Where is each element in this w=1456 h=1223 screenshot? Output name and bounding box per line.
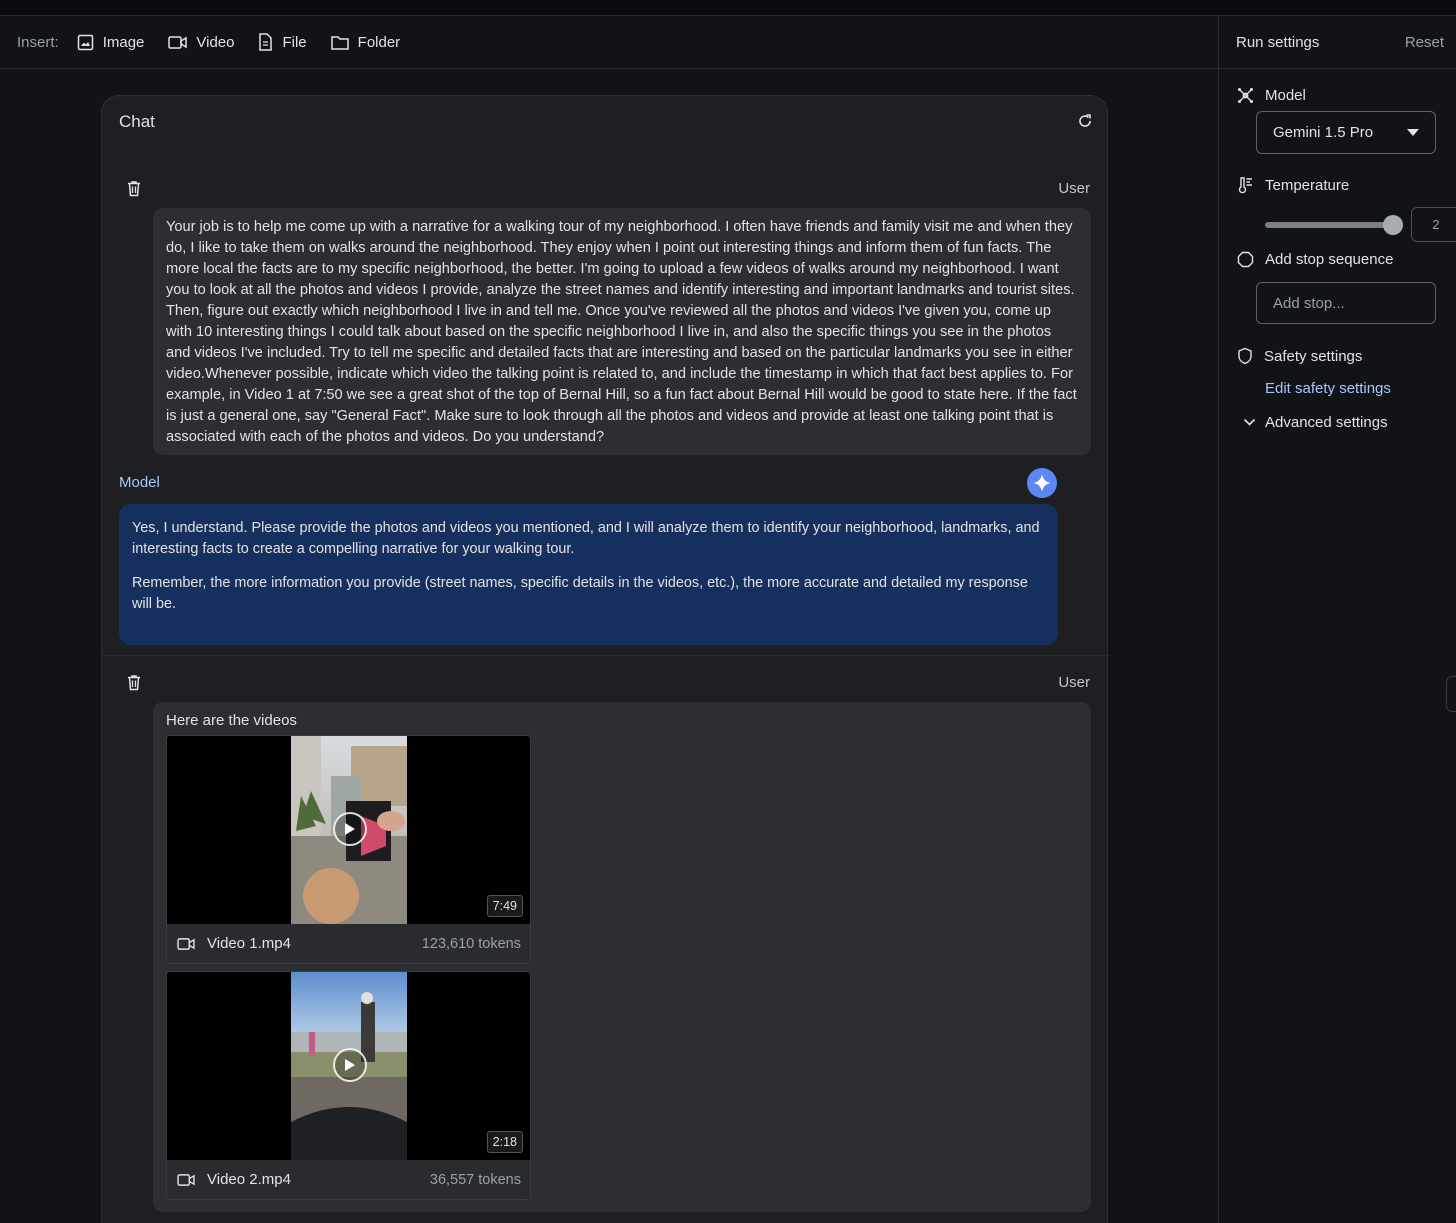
side-panel-tab[interactable] [1446, 676, 1456, 712]
refresh-icon[interactable] [1077, 113, 1093, 129]
delete-turn-1-icon[interactable] [126, 180, 142, 197]
model-icon [1238, 88, 1253, 103]
temperature-label: Temperature [1265, 176, 1350, 194]
turn-2-paragraph-2: Remember, the more information you provi… [132, 575, 1028, 612]
image-icon [77, 34, 93, 50]
advanced-settings-row[interactable]: Advanced settings [1243, 414, 1388, 431]
octagon-icon [1237, 251, 1254, 268]
insert-folder-label: Folder [357, 33, 401, 51]
video-1-name: Video 1.mp4 [207, 935, 291, 952]
insert-folder-button[interactable]: Folder [330, 33, 401, 51]
video-2-duration: 2:18 [486, 1131, 523, 1153]
turn-3-text: Here are the videos [166, 712, 297, 729]
advanced-settings-label: Advanced settings [1265, 414, 1388, 431]
run-settings-title: Run settings [1236, 33, 1320, 51]
chat-panel: Chat User Your job is to help me come up… [101, 95, 1109, 1223]
thermometer-icon [1238, 177, 1252, 194]
insert-image-button[interactable]: Image [77, 33, 145, 51]
video-2-card[interactable]: 2:18 Video 2.mp4 36,557 tokens [166, 971, 531, 1200]
temperature-slider-handle[interactable] [1383, 215, 1403, 235]
insert-file-label: File [282, 33, 307, 51]
video-2-name: Video 2.mp4 [207, 1171, 291, 1188]
turn-2-paragraph-1: Yes, I understand. Please provide the ph… [132, 520, 1040, 557]
video-2-play-icon[interactable] [333, 1048, 367, 1082]
caret-down-icon [1407, 129, 1419, 136]
turn-1-message[interactable]: Your job is to help me come up with a na… [153, 208, 1091, 455]
video-1-thumbnail[interactable]: 7:49 [167, 736, 530, 924]
stop-sequence-label: Add stop sequence [1265, 251, 1394, 268]
video-2-footer: Video 2.mp4 36,557 tokens [167, 1160, 530, 1199]
turn-2-message[interactable]: Yes, I understand. Please provide the ph… [119, 504, 1058, 645]
file-icon [259, 33, 273, 51]
video-2-thumbnail[interactable]: 2:18 [167, 972, 530, 1160]
temperature-row: Temperature [1237, 176, 1349, 194]
model-select[interactable]: Gemini 1.5 Pro [1256, 111, 1436, 154]
safety-row: Safety settings [1237, 347, 1362, 365]
run-settings-panel: Run settings Reset Model Gemini 1.5 Pro … [1218, 16, 1456, 1223]
video-icon [177, 1173, 195, 1186]
folder-icon [330, 35, 349, 50]
insert-image-label: Image [102, 33, 145, 51]
top-strip [0, 0, 1456, 16]
model-select-value: Gemini 1.5 Pro [1273, 124, 1374, 141]
turn-divider [102, 655, 1109, 656]
model-label: Model [1265, 87, 1306, 104]
model-row: Model [1237, 87, 1306, 104]
turn-3-message: Here are the videos 7:49 Video 1.mp4 123… [153, 702, 1091, 1212]
shield-icon [1238, 347, 1252, 365]
insert-file-button[interactable]: File [258, 33, 307, 51]
chat-title: Chat [119, 112, 155, 131]
turn-1-header: User [126, 178, 1090, 200]
stop-sequence-input[interactable]: Add stop... [1256, 282, 1436, 324]
video-1-card[interactable]: 7:49 Video 1.mp4 123,610 tokens [166, 735, 531, 964]
video-1-tokens: 123,610 tokens [421, 935, 521, 952]
turn-3-header: User [126, 672, 1090, 694]
insert-toolbar: Insert: Image Video File Folder [0, 16, 1218, 69]
safety-label: Safety settings [1264, 347, 1363, 365]
insert-label: Insert: [17, 33, 59, 51]
temperature-slider[interactable] [1265, 215, 1403, 235]
video-icon [168, 35, 188, 49]
turn-1-role: User [1058, 180, 1090, 197]
reset-button[interactable]: Reset [1405, 34, 1444, 51]
video-1-footer: Video 1.mp4 123,610 tokens [167, 924, 530, 963]
chevron-down-icon [1243, 418, 1256, 426]
gemini-spark-icon [1027, 468, 1057, 498]
delete-turn-3-icon[interactable] [126, 674, 142, 691]
insert-video-button[interactable]: Video [168, 34, 234, 51]
video-1-play-icon[interactable] [333, 812, 367, 846]
edit-safety-settings-link[interactable]: Edit safety settings [1265, 380, 1391, 397]
run-settings-header: Run settings Reset [1219, 16, 1456, 69]
temperature-value-input[interactable]: 2 [1411, 207, 1456, 242]
main-area: Insert: Image Video File Folder Chat Use… [0, 16, 1218, 1223]
stop-sequence-row: Add stop sequence [1237, 251, 1393, 268]
turn-3-role: User [1058, 674, 1090, 691]
turn-2-role: Model [119, 474, 160, 491]
video-2-tokens: 36,557 tokens [429, 1171, 521, 1188]
video-1-duration: 7:49 [486, 895, 523, 917]
insert-video-label: Video [196, 33, 235, 51]
video-icon [177, 937, 195, 950]
